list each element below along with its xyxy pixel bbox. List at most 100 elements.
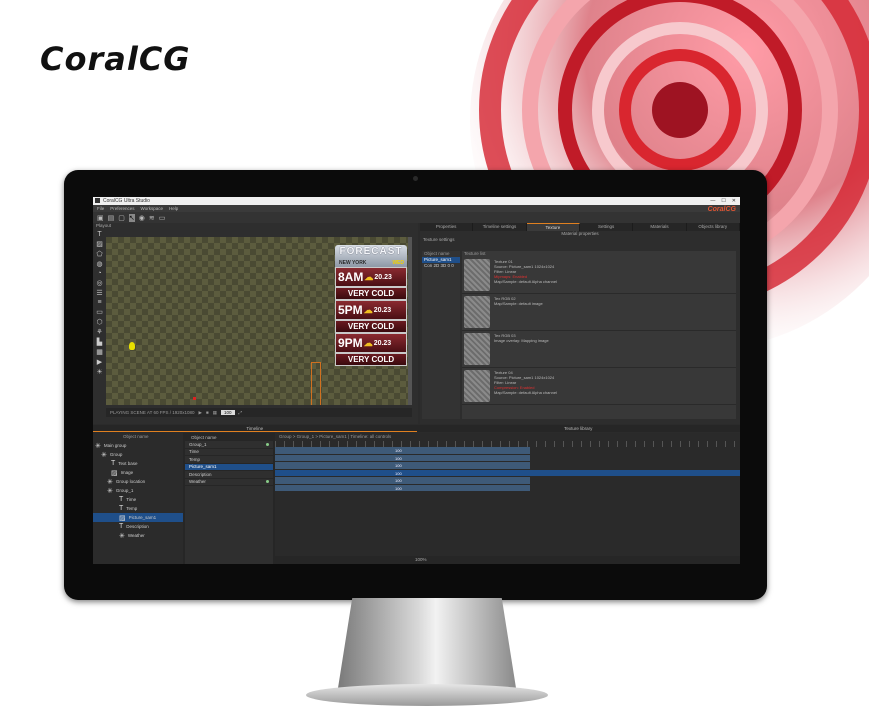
canvas-status-bar: PLAYING SCENE AT 60 FPS / 1920x1080 ▶ ■ … — [106, 408, 412, 417]
forecast-temp: 20.23 — [373, 339, 392, 347]
play-icon[interactable]: ▶ — [199, 410, 202, 416]
tree-node[interactable]: ✳ Main group — [93, 441, 183, 450]
timeline-bar[interactable]: 100 — [275, 484, 530, 492]
texture-thumbnail[interactable] — [464, 333, 490, 365]
layers-icon[interactable]: ≋ — [149, 214, 155, 222]
forecast-graphic[interactable]: FORECAST NEW YORK WED 8AM ☁ 20.23 VERY C… — [335, 245, 407, 393]
tab-texture[interactable]: Texture — [526, 223, 580, 231]
texture-thumbnail[interactable] — [464, 259, 490, 291]
list-item[interactable]: Con 2D 3D 0 0 — [422, 263, 460, 269]
clock-tool-icon[interactable]: ◔ — [97, 270, 101, 277]
new-icon[interactable]: ▢ — [118, 214, 125, 222]
list-item[interactable]: Tex RGB 02 Map/Sample: default image — [462, 294, 736, 331]
timeline-bar[interactable]: 100 — [275, 469, 740, 477]
menu-preferences[interactable]: Preferences — [110, 206, 134, 211]
list-item[interactable]: Texture 01 Source: Picture_sam1 1024x102… — [462, 257, 736, 294]
tree-node[interactable]: ✳ Group — [93, 450, 183, 459]
group-icon: ✳ — [119, 532, 125, 540]
track-row[interactable]: Description — [185, 471, 273, 479]
list-item[interactable]: Texture 04 Source: Picture_sam1 1024x102… — [462, 368, 736, 405]
tab-materials[interactable]: Materials — [633, 223, 687, 231]
globe-tool-icon[interactable]: ◍ — [96, 260, 102, 268]
playout-panel: Playout T ▨ ⬠ ◍ ◔ ◎ ☰ ≡ ▭ ⬡ ⚘ ▙ ▦ ▶ ☀ FO… — [93, 223, 418, 424]
selection-box[interactable] — [311, 362, 321, 405]
list-item[interactable]: Tex RGB 03 Image overlay: Mapping image — [462, 331, 736, 368]
menu-help[interactable]: Help — [169, 206, 178, 211]
stop-icon[interactable]: ■ — [206, 410, 209, 415]
track-row[interactable]: Picture_sam1 — [185, 463, 273, 471]
video-tool-icon[interactable]: ▶ — [97, 358, 102, 366]
track-row[interactable]: Group_1 — [185, 441, 273, 449]
flow-tool-icon[interactable]: ⚘ — [96, 328, 102, 336]
monitor-icon[interactable]: ▭ — [159, 214, 166, 222]
timeline-bar[interactable]: 100 — [275, 447, 530, 455]
cube-tool-icon[interactable]: ⬡ — [96, 318, 102, 326]
image-tool-icon[interactable]: ▨ — [96, 240, 103, 248]
timeline-bar[interactable]: 100 — [275, 454, 530, 462]
timeline-bar[interactable]: 100 — [275, 462, 530, 470]
monitor-base — [306, 684, 548, 706]
tab-timeline[interactable]: Timeline — [93, 425, 417, 432]
table-tool-icon[interactable]: ▦ — [96, 348, 103, 356]
track-row[interactable]: Time — [185, 449, 273, 456]
tab-properties[interactable]: Properties — [420, 223, 474, 231]
eye-icon[interactable]: ◉ — [139, 214, 145, 222]
scene-search[interactable]: Object name — [93, 433, 183, 441]
texture-thumbnail[interactable] — [464, 296, 490, 328]
tree-node[interactable]: T Temp — [93, 504, 183, 513]
tree-node-label: Text base — [118, 461, 138, 466]
text-tool-icon[interactable]: T — [97, 231, 101, 238]
minimize-icon[interactable]: — — [710, 198, 715, 204]
cursor-icon[interactable]: ↖ — [128, 213, 135, 222]
light-tool-icon[interactable]: ☀ — [96, 368, 102, 376]
visibility-icon[interactable] — [266, 480, 269, 484]
tree-node[interactable]: ▨ Picture_sam1 — [93, 513, 183, 522]
tree-node[interactable]: ✳ Weather — [93, 531, 183, 540]
shape-tool-icon[interactable]: ⬠ — [96, 250, 102, 258]
timeline-bar[interactable]: 100 — [275, 477, 530, 485]
image-icon: ▨ — [119, 514, 126, 522]
ticker-tool-icon[interactable]: ☰ — [96, 289, 102, 297]
chart-tool-icon[interactable]: ▙ — [97, 338, 102, 346]
tree-node[interactable]: T Text base — [93, 459, 183, 468]
tree-node[interactable]: ✳ Group_1 — [93, 486, 183, 495]
track-label: Picture_sam1 — [189, 464, 217, 470]
tree-node-label: Description — [126, 524, 149, 529]
tab-timeline-settings[interactable]: Timeline settings — [473, 223, 527, 231]
tree-node[interactable]: T Time — [93, 495, 183, 504]
screen-tool-icon[interactable]: ▭ — [96, 308, 103, 316]
tab-settings[interactable]: Settings — [580, 223, 634, 231]
grid-icon[interactable]: ▦ — [213, 410, 217, 416]
timeline-zoom[interactable]: 100% — [275, 556, 740, 564]
tab-texture-library[interactable]: Texture library — [417, 425, 741, 432]
track-row[interactable]: Temp — [185, 456, 273, 464]
save-icon[interactable]: ▤ — [108, 214, 115, 222]
maximize-icon[interactable]: ☐ — [721, 198, 725, 204]
tree-node-label: Image — [120, 470, 134, 475]
render-canvas[interactable]: FORECAST NEW YORK WED 8AM ☁ 20.23 VERY C… — [106, 237, 412, 405]
ring-tool-icon[interactable]: ◎ — [96, 279, 102, 287]
texture-list: Texture list Texture 01 Source: Picture_… — [462, 251, 736, 419]
close-icon[interactable]: ✕ — [732, 198, 736, 204]
menu-bar: File Preferences Workspace Help CoralCG — [93, 205, 740, 213]
light-bulb-icon[interactable] — [129, 342, 135, 350]
tab-objects-library[interactable]: Objects library — [687, 223, 740, 231]
track-row[interactable]: Weather — [185, 479, 273, 486]
tree-node[interactable]: ▨ Image — [93, 468, 183, 477]
list-tool-icon[interactable]: ≡ — [97, 299, 101, 306]
image-icon: ▨ — [111, 469, 118, 477]
zoom-input[interactable]: 100 — [221, 410, 235, 415]
visibility-icon[interactable] — [266, 442, 269, 446]
vertical-scrollbar[interactable] — [408, 237, 412, 405]
tree-node[interactable]: T Description — [93, 522, 183, 531]
texture-thumbnail[interactable] — [464, 370, 490, 402]
menu-file[interactable]: File — [97, 206, 104, 211]
open-icon[interactable]: ▣ — [97, 214, 104, 222]
bar-label: 100 — [395, 448, 402, 453]
menu-workspace[interactable]: Workspace — [141, 206, 163, 211]
texture-settings-label[interactable]: Texture settings — [420, 237, 740, 243]
fit-icon[interactable]: ⤢ — [239, 410, 243, 415]
anchor-point[interactable] — [193, 397, 196, 400]
forecast-condition: VERY COLD — [335, 353, 407, 366]
tree-node[interactable]: ✳ Group location — [93, 477, 183, 486]
